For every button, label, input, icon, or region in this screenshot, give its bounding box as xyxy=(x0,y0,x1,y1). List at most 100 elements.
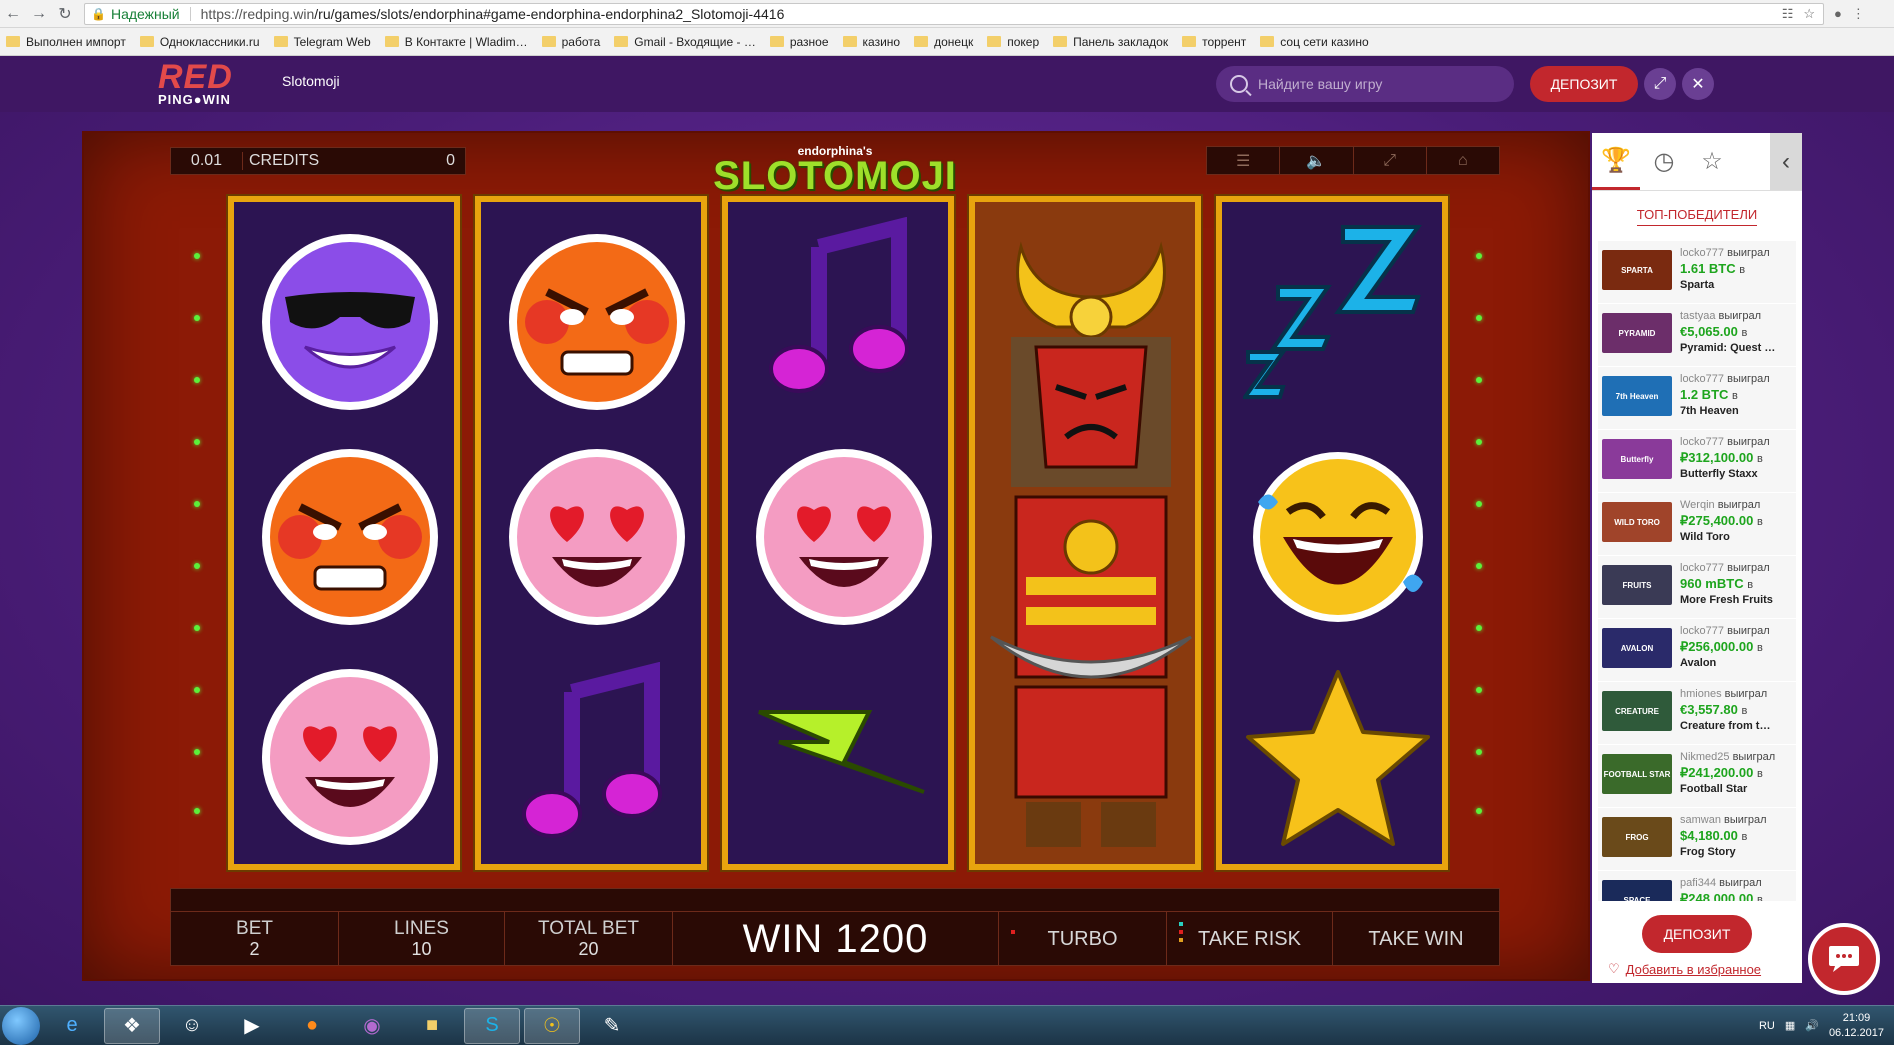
messenger-icon[interactable]: ☺ xyxy=(164,1008,220,1044)
home-icon[interactable]: ⌂ xyxy=(1427,147,1499,174)
game-thumbnail[interactable]: CREATURE xyxy=(1602,691,1672,731)
winner-username: locko777 xyxy=(1680,373,1725,385)
skype-icon[interactable]: S xyxy=(464,1007,520,1044)
denomination-value[interactable]: 0.01 xyxy=(171,152,243,170)
winner-game[interactable]: Wild Toro xyxy=(1680,530,1792,545)
close-icon[interactable]: ✕ xyxy=(1682,68,1714,100)
bookmark-item[interactable]: Telegram Web xyxy=(273,35,371,49)
back-icon[interactable]: ← xyxy=(0,1,26,27)
it-app-icon[interactable]: ◉ xyxy=(344,1008,400,1044)
game-thumbnail[interactable]: AVALON xyxy=(1602,628,1672,668)
game-search[interactable] xyxy=(1216,66,1514,102)
notes-icon[interactable]: ✎ xyxy=(584,1008,640,1044)
game-thumbnail[interactable]: FROG xyxy=(1602,817,1672,857)
search-input[interactable] xyxy=(1258,76,1488,92)
language-indicator[interactable]: RU xyxy=(1759,1020,1775,1032)
bookmark-item[interactable]: В Контакте | Wladim… xyxy=(384,35,528,49)
app-icon[interactable]: ❖ xyxy=(104,1007,160,1044)
lines-control[interactable]: LINES 10 xyxy=(339,912,505,965)
winner-row[interactable]: AVALON locko777 выиграл ₽256,000.00 в Avalo… xyxy=(1598,619,1796,681)
trophy-icon[interactable]: 🏆 xyxy=(1592,133,1640,190)
winner-row[interactable]: FOOTBALL STAR Nikmed25 выиграл ₽241,200.00… xyxy=(1598,745,1796,807)
clock-icon[interactable]: ◷ xyxy=(1640,133,1688,190)
translate-icon[interactable]: ☷ xyxy=(1782,6,1794,22)
forward-icon[interactable]: → xyxy=(26,1,52,27)
winner-row[interactable]: FRUITS locko777 выиграл 960 mBTC в More Fre… xyxy=(1598,556,1796,618)
winner-row[interactable]: WILD TORO Werqin выиграл ₽275,400.00 в Wild… xyxy=(1598,493,1796,555)
bookmark-item[interactable]: покер xyxy=(987,35,1039,49)
winner-in: в xyxy=(1739,264,1746,276)
winner-amount: $4,180.00 xyxy=(1680,828,1738,843)
reload-icon[interactable]: ↻ xyxy=(52,1,78,27)
winner-game[interactable]: More Fresh Fruits xyxy=(1680,593,1792,608)
volume-icon[interactable]: 🔊 xyxy=(1805,1019,1819,1032)
bookmark-item[interactable]: торрент xyxy=(1182,35,1246,49)
game-thumbnail[interactable]: PYRAMID xyxy=(1602,313,1672,353)
explorer-icon[interactable]: ■ xyxy=(404,1008,460,1044)
winner-verb: выиграл xyxy=(1720,814,1767,826)
menu-icon[interactable]: ⋮ xyxy=(1852,6,1865,22)
winner-row[interactable]: FROG samwan выиграл $4,180.00 в Frog Story xyxy=(1598,808,1796,870)
game-thumbnail[interactable]: Butterfly xyxy=(1602,439,1672,479)
bookmark-star-icon[interactable]: ☆ xyxy=(1803,6,1815,22)
winner-game[interactable]: Avalon xyxy=(1680,656,1792,671)
add-to-favorites[interactable]: ♡ Добавить в избранное xyxy=(1608,961,1761,977)
clock[interactable]: 21:09 06.12.2017 xyxy=(1829,1011,1884,1041)
folder-icon xyxy=(1182,36,1197,47)
winner-row[interactable]: PYRAMID tastyaa выиграл €5,065.00 в Pyramid… xyxy=(1598,304,1796,366)
ie-icon[interactable]: e xyxy=(44,1008,100,1044)
winner-row[interactable]: CREATURE hmiones выиграл €3,557.80 в Creatu… xyxy=(1598,682,1796,744)
chevron-left-icon[interactable]: ‹ xyxy=(1770,133,1802,190)
chrome-icon[interactable]: ☉ xyxy=(524,1007,580,1044)
bookmark-item[interactable]: донецк xyxy=(914,35,973,49)
firefox-icon[interactable]: ● xyxy=(284,1008,340,1044)
star-icon[interactable]: ☆ xyxy=(1688,133,1736,190)
bookmark-item[interactable]: казино xyxy=(842,35,900,49)
take-win-button[interactable]: TAKE WIN xyxy=(1333,912,1499,965)
winner-amount: ₽275,400.00 xyxy=(1680,513,1754,528)
expand-icon[interactable]: ⤢ xyxy=(1354,147,1427,174)
winner-game[interactable]: Butterfly Staxx xyxy=(1680,467,1792,482)
bookmark-item[interactable]: разное xyxy=(769,35,829,49)
game-thumbnail[interactable]: FRUITS xyxy=(1602,565,1672,605)
winner-game[interactable]: 7th Heaven xyxy=(1680,404,1792,419)
sidebar-deposit-button[interactable]: ДЕПОЗИТ xyxy=(1642,915,1752,953)
bet-control[interactable]: BET 2 xyxy=(171,912,339,965)
game-thumbnail[interactable]: 7th Heaven xyxy=(1602,376,1672,416)
winner-game[interactable]: Frog Story xyxy=(1680,845,1792,860)
sound-icon[interactable]: 🔈 xyxy=(1280,147,1354,174)
winner-row[interactable]: 7th Heaven locko777 выиграл 1.2 BTC в 7th H… xyxy=(1598,367,1796,429)
winner-row[interactable]: Butterfly locko777 выиграл ₽312,100.00 в Bu… xyxy=(1598,430,1796,492)
bookmark-item[interactable]: Одноклассники.ru xyxy=(139,35,260,49)
site-logo[interactable]: RED PING●WIN xyxy=(158,60,258,110)
winner-game[interactable]: Football Star xyxy=(1680,782,1792,797)
bookmark-item[interactable]: работа xyxy=(541,35,600,49)
address-bar[interactable]: 🔒 Надежный https://redping.win/ru/games/… xyxy=(84,2,1824,25)
menu-icon[interactable]: ☰ xyxy=(1207,147,1281,174)
fullscreen-icon[interactable]: ⤢ xyxy=(1644,68,1676,100)
game-thumbnail[interactable]: WILD TORO xyxy=(1602,502,1672,542)
game-thumbnail[interactable]: FOOTBALL STAR xyxy=(1602,754,1672,794)
winner-user: tastyaa выиграл xyxy=(1680,309,1792,324)
take-risk-button[interactable]: TAKE RISK xyxy=(1167,912,1333,965)
turbo-button[interactable]: TURBO xyxy=(999,912,1167,965)
bookmark-item[interactable]: соц сети казино xyxy=(1260,35,1369,49)
bookmark-item[interactable]: Gmail - Входящие - … xyxy=(614,35,756,49)
deposit-button[interactable]: ДЕПОЗИТ xyxy=(1530,66,1638,102)
winner-game[interactable]: Creature from t… xyxy=(1680,719,1792,734)
start-button[interactable] xyxy=(2,1006,40,1045)
media-player-icon[interactable]: ▶ xyxy=(224,1008,280,1044)
winner-amount-line: ₽256,000.00 в xyxy=(1680,639,1792,656)
winner-game[interactable]: Sparta xyxy=(1680,278,1792,293)
winner-row[interactable]: SPARTA locko777 выиграл 1.61 BTC в Sparta xyxy=(1598,241,1796,303)
winner-amount-line: $4,180.00 в xyxy=(1680,828,1792,845)
game-thumbnail[interactable]: SPACE xyxy=(1602,880,1672,901)
winner-row[interactable]: SPACEpafi344 выиграл₽248,000.00 вSpace xyxy=(1598,871,1796,901)
chat-button[interactable] xyxy=(1808,923,1880,995)
winner-game[interactable]: Pyramid: Quest … xyxy=(1680,341,1792,356)
network-icon[interactable]: ▦ xyxy=(1785,1019,1795,1032)
bookmark-item[interactable]: Выполнен импорт xyxy=(6,35,126,49)
game-thumbnail[interactable]: SPARTA xyxy=(1602,250,1672,290)
extension-icon[interactable]: ● xyxy=(1834,6,1842,22)
bookmark-item[interactable]: Панель закладок xyxy=(1053,35,1168,49)
